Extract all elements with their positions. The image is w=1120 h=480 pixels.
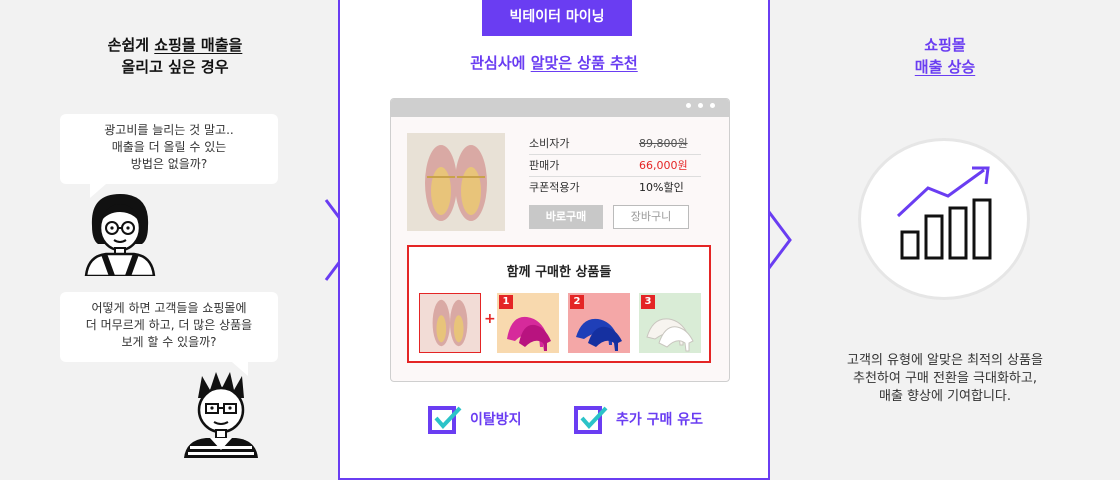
rank-badge: 2	[570, 295, 584, 309]
bubble1-line: 광고비를 늘리는 것 말고..	[104, 123, 234, 137]
thumb-white-heel[interactable]: 3	[639, 293, 701, 353]
thumb-pink-heel[interactable]: 1	[497, 293, 559, 353]
growth-chart-icon	[896, 166, 992, 260]
left-title-plain: 손쉽게	[107, 36, 155, 54]
bubble2-line: 보게 할 수 있을까?	[121, 335, 217, 349]
speech-bubble-2: 어떻게 하면 고객들을 쇼핑몰에 더 머무르게 하고, 더 많은 상품을 보게 …	[60, 292, 278, 376]
man-avatar-icon	[184, 372, 258, 458]
right-title: 쇼핑몰 매출 상승	[860, 34, 1030, 78]
right-title-line2: 매출 상승	[914, 58, 976, 76]
plus-sign: +	[484, 311, 496, 327]
price-value: 89,800원	[639, 137, 688, 150]
panel-badge: 빅테이터 마이닝	[482, 0, 632, 36]
thumb-flat-shoe-image[interactable]	[419, 293, 481, 353]
panel-subtitle-underline: 알맞은 상품 추천	[530, 54, 638, 72]
bubble2-line: 어떻게 하면 고객들을 쇼핑몰에	[91, 301, 247, 315]
desc-line: 추천하여 구매 전환을 극대화하고,	[853, 371, 1037, 386]
thumb-blue-heel[interactable]: 2	[568, 293, 630, 353]
price-value: 10%할인	[639, 181, 684, 194]
bubble1-line: 방법은 없을까?	[130, 157, 208, 171]
checkbox-checked-icon	[574, 406, 608, 434]
product-shoe-image	[407, 133, 505, 231]
panel-subtitle: 관심사에 알맞은 상품 추천	[340, 52, 768, 73]
rank-badge: 1	[499, 295, 513, 309]
left-title: 손쉽게 쇼핑몰 매출을 올리고 싶은 경우	[60, 34, 290, 78]
window-dots	[686, 103, 715, 108]
browser-titlebar	[391, 99, 729, 117]
bigdata-panel: 빅테이터 마이닝 관심사에 알맞은 상품 추천 소비자가 89,800원 판매가…	[338, 0, 770, 480]
price-row-retail: 소비자가 89,800원	[529, 133, 701, 155]
desc-line: 고객의 유형에 알맞은 최적의 상품을	[847, 353, 1043, 368]
price-label: 소비자가	[529, 137, 570, 150]
browser-window: 소비자가 89,800원 판매가 66,000원 쿠폰적용가 10%할인 바로구…	[390, 98, 730, 382]
price-value: 66,000원	[639, 159, 688, 172]
price-label: 쿠폰적용가	[529, 181, 580, 194]
price-row-coupon: 쿠폰적용가 10%할인	[529, 177, 701, 199]
buy-now-button[interactable]: 바로구매	[529, 205, 603, 229]
dot-icon	[686, 103, 691, 108]
woman-avatar-icon	[84, 194, 156, 276]
check-item-label: 이탈방지	[470, 412, 522, 428]
dot-icon	[698, 103, 703, 108]
left-title-underline: 쇼핑몰 매출을	[154, 36, 243, 54]
left-title-line2: 올리고 싶은 경우	[121, 58, 229, 76]
bubble1-line: 매출을 더 올릴 수 있는	[111, 140, 227, 154]
bought-together-box: 함께 구매한 상품들 + 1 2 3	[407, 245, 711, 363]
price-row-sale: 판매가 66,000원	[529, 155, 701, 177]
panel-subtitle-plain: 관심사에	[470, 54, 531, 72]
dot-icon	[710, 103, 715, 108]
rank-badge: 3	[641, 295, 655, 309]
check-item-label: 추가 구매 유도	[616, 412, 704, 428]
right-description: 고객의 유형에 알맞은 최적의 상품을 추천하여 구매 전환을 극대화하고, 매…	[820, 352, 1070, 406]
checkbox-checked-icon	[428, 406, 462, 434]
check-item-bounce-prevention: 이탈방지	[428, 404, 522, 434]
price-table: 소비자가 89,800원 판매가 66,000원 쿠폰적용가 10%할인	[529, 133, 701, 199]
price-label: 판매가	[529, 159, 560, 172]
right-title-line1: 쇼핑몰	[924, 36, 966, 54]
desc-line: 매출 향상에 기여합니다.	[879, 389, 1011, 404]
bought-together-title: 함께 구매한 상품들	[506, 265, 612, 280]
action-buttons: 바로구매 장바구니	[529, 205, 689, 229]
stage: 손쉽게 쇼핑몰 매출을 올리고 싶은 경우 광고비를 늘리는 것 말고.. 매출…	[0, 0, 1120, 480]
bubble2-line: 더 머무르게 하고, 더 많은 상품을	[85, 318, 253, 332]
add-to-cart-button[interactable]: 장바구니	[613, 205, 689, 229]
check-item-upsell: 추가 구매 유도	[574, 404, 703, 434]
speech-bubble-1: 광고비를 늘리는 것 말고.. 매출을 더 올릴 수 있는 방법은 없을까?	[60, 114, 278, 198]
